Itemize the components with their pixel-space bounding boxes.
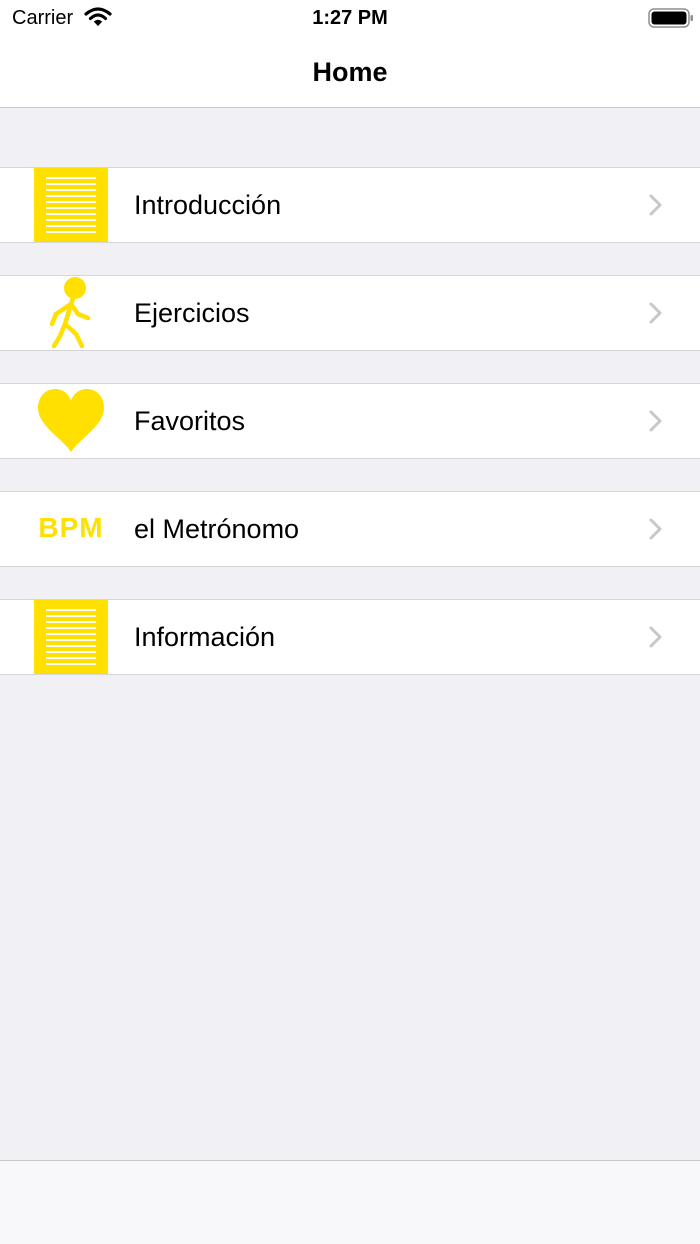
page-title: Home xyxy=(312,57,388,87)
menu-item-introduccion[interactable]: Introducción xyxy=(0,167,700,243)
status-time: 1:27 PM xyxy=(312,7,388,29)
bpm-icon-text: BPM xyxy=(38,512,104,543)
chevron-right-icon xyxy=(649,626,662,648)
document-lines-icon xyxy=(34,168,108,242)
chevron-right-icon xyxy=(649,302,662,324)
menu-item-label: Introducción xyxy=(134,190,282,220)
menu-item-metronomo[interactable]: BPM el Metrónomo xyxy=(0,491,700,567)
status-bar: Carrier 1:27 PM xyxy=(0,0,700,40)
menu-item-informacion[interactable]: Información xyxy=(0,599,700,675)
battery-icon xyxy=(648,8,693,28)
menu-item-favoritos[interactable]: Favoritos xyxy=(0,383,700,459)
menu-item-label: Ejercicios xyxy=(134,298,250,328)
menu-item-label: Información xyxy=(134,622,276,652)
bpm-icon: BPM xyxy=(34,492,108,566)
chevron-right-icon xyxy=(649,518,662,540)
chevron-right-icon xyxy=(649,410,662,432)
document-lines-icon xyxy=(34,600,108,674)
menu-item-label: Favoritos xyxy=(134,406,246,436)
menu-item-label: el Metrónomo xyxy=(134,514,300,544)
chevron-right-icon xyxy=(649,194,662,216)
navigation-bar: Home xyxy=(0,40,700,108)
bottom-toolbar xyxy=(0,1160,700,1244)
walking-person-icon xyxy=(34,276,108,350)
heart-icon xyxy=(34,384,108,458)
menu-item-ejercicios[interactable]: Ejercicios xyxy=(0,275,700,351)
